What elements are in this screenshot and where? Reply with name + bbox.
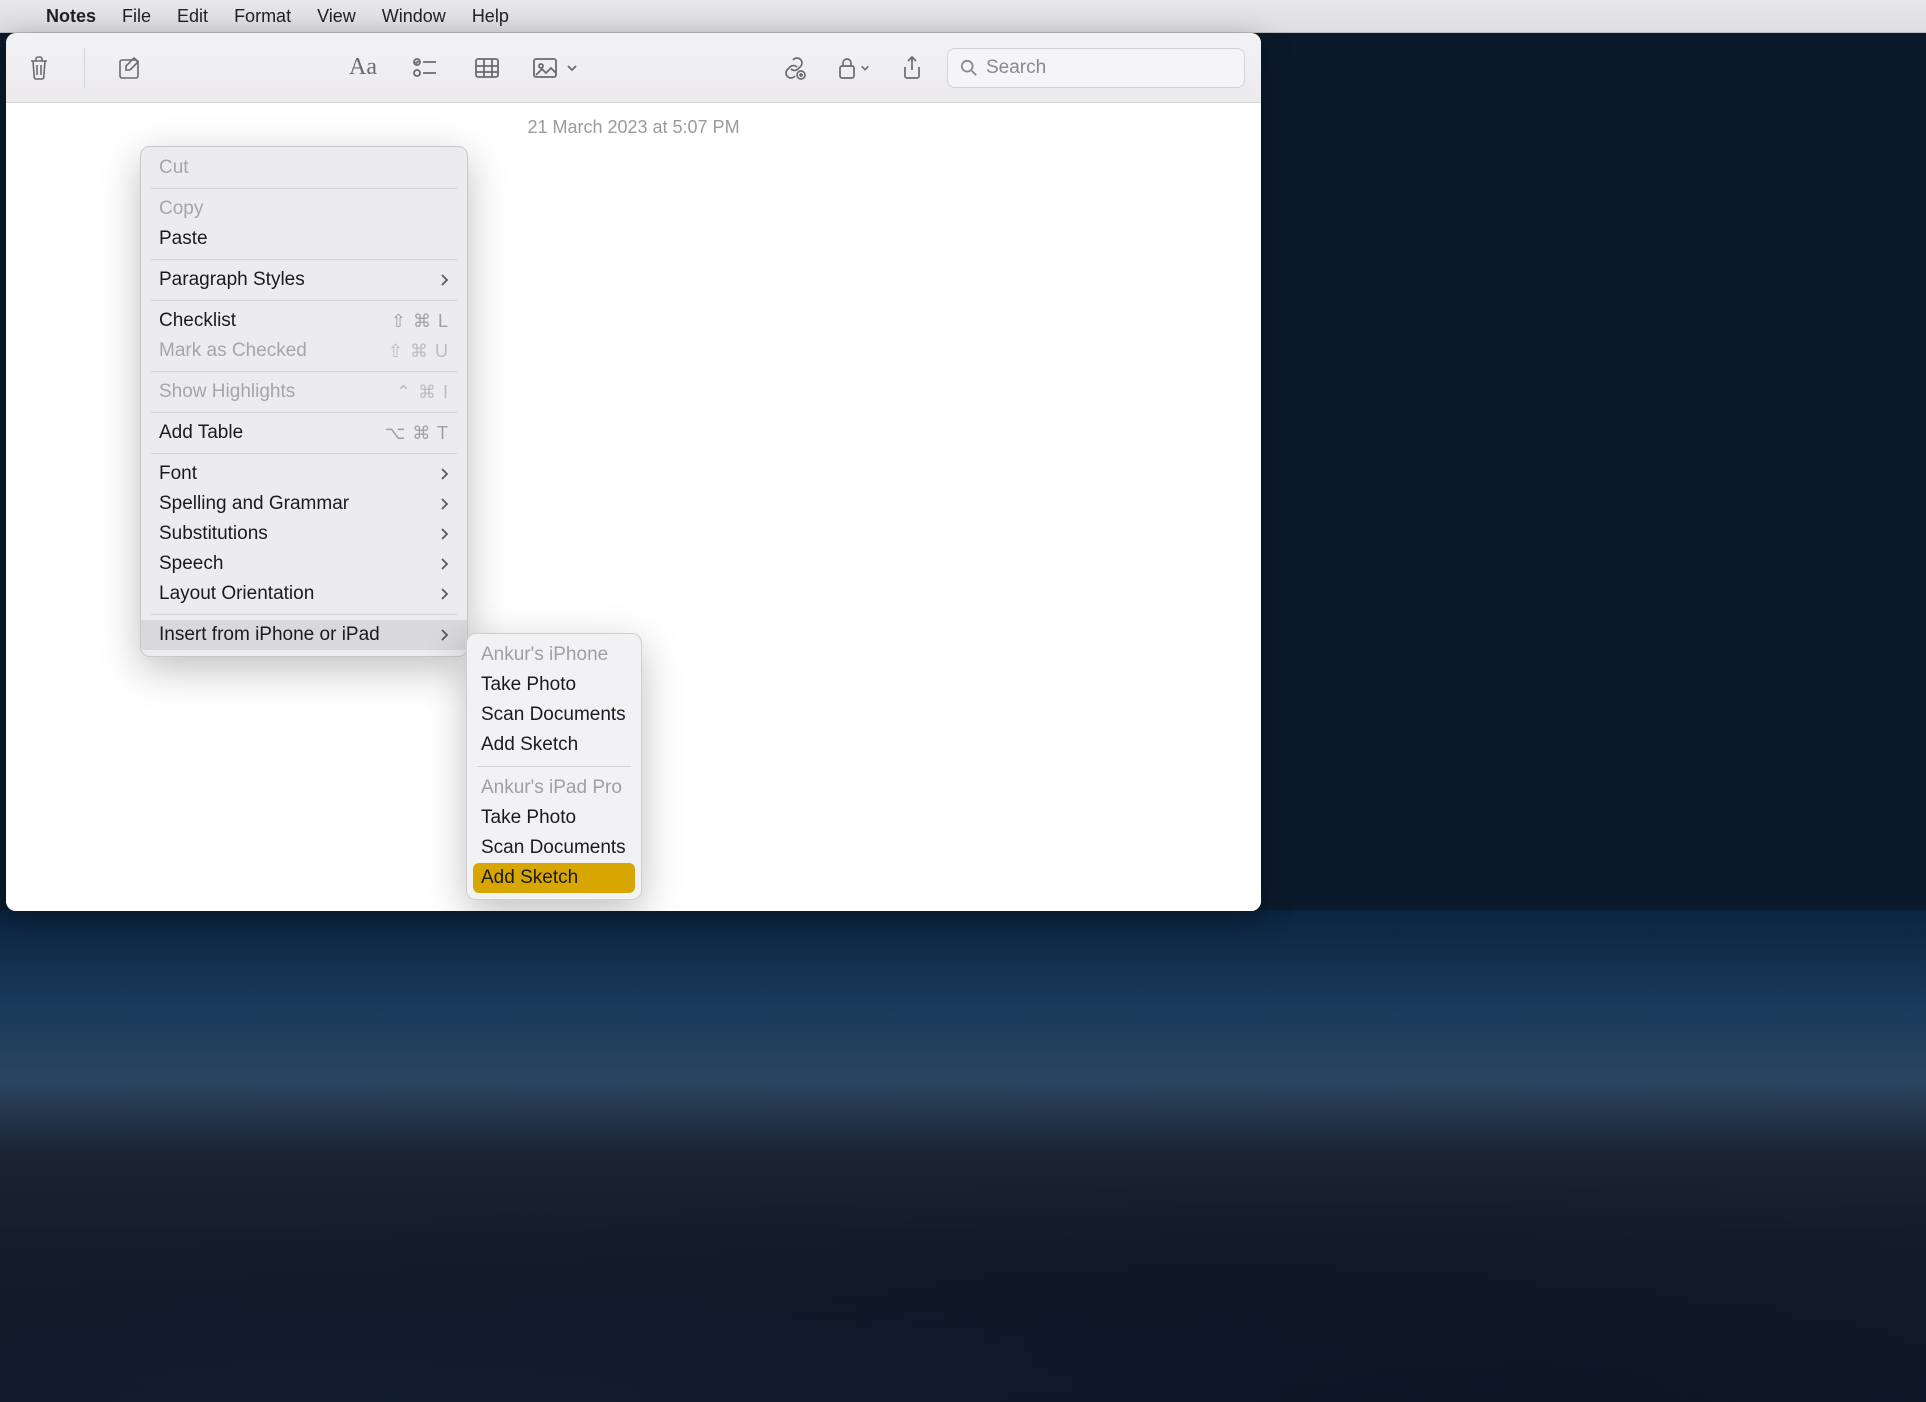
menu-format[interactable]: Format <box>234 6 291 27</box>
menu-separator <box>151 412 457 413</box>
share-button[interactable] <box>895 51 929 85</box>
submenu-item-take-photo[interactable]: Take Photo <box>467 670 641 700</box>
search-field[interactable]: Search <box>947 48 1245 88</box>
menu-item-checklist[interactable]: Checklist ⇧ ⌘ L <box>141 306 467 336</box>
menu-separator <box>151 614 457 615</box>
menu-item-label: Show Highlights <box>159 381 295 403</box>
menu-shortcut: ⌥ ⌘ T <box>385 423 449 444</box>
menu-item-substitutions[interactable]: Substitutions <box>141 519 467 549</box>
search-placeholder: Search <box>986 57 1046 79</box>
menu-separator <box>151 259 457 260</box>
menu-item-label: Copy <box>159 198 203 220</box>
menu-item-copy: Copy <box>141 194 467 224</box>
submenu-device-header: Ankur's iPad Pro <box>467 773 641 803</box>
table-button[interactable] <box>470 51 504 85</box>
delete-note-button[interactable] <box>22 51 56 85</box>
menu-item-font[interactable]: Font <box>141 459 467 489</box>
menu-separator <box>151 453 457 454</box>
lock-note-button[interactable] <box>833 51 873 85</box>
format-text-button[interactable]: Aa <box>346 51 380 85</box>
context-menu: Cut Copy Paste Paragraph Styles Checklist ⇧ ⌘… <box>140 146 468 657</box>
chevron-down-icon <box>566 62 578 74</box>
chevron-right-icon <box>439 557 449 571</box>
menu-item-label: Add Table <box>159 422 243 444</box>
menu-item-label: Paste <box>159 228 208 250</box>
menu-item-paragraph-styles[interactable]: Paragraph Styles <box>141 265 467 295</box>
menu-separator <box>151 188 457 189</box>
menu-separator <box>151 300 457 301</box>
menu-item-label: Mark as Checked <box>159 340 307 362</box>
menu-separator <box>151 371 457 372</box>
menu-item-add-table[interactable]: Add Table ⌥ ⌘ T <box>141 418 467 448</box>
toolbar-separator <box>84 48 85 88</box>
submenu-item-scan-documents[interactable]: Scan Documents <box>467 833 641 863</box>
menu-item-spelling-and-grammar[interactable]: Spelling and Grammar <box>141 489 467 519</box>
submenu-separator <box>477 766 631 767</box>
insert-from-device-submenu: Ankur's iPhoneTake PhotoScan DocumentsAd… <box>466 633 642 900</box>
menu-view[interactable]: View <box>317 6 356 27</box>
menu-file[interactable]: File <box>122 6 151 27</box>
checklist-button[interactable] <box>408 51 442 85</box>
menu-item-label: Checklist <box>159 310 236 332</box>
notes-window: Aa <box>6 33 1261 911</box>
app-name[interactable]: Notes <box>46 6 96 27</box>
link-note-button[interactable] <box>777 51 811 85</box>
menu-item-show-highlights: Show Highlights ⌃ ⌘ I <box>141 377 467 407</box>
menu-item-paste[interactable]: Paste <box>141 224 467 254</box>
submenu-device-header: Ankur's iPhone <box>467 640 641 670</box>
chevron-right-icon <box>439 467 449 481</box>
chevron-right-icon <box>439 497 449 511</box>
new-note-button[interactable] <box>113 51 147 85</box>
menu-item-label: Layout Orientation <box>159 583 314 605</box>
media-button[interactable] <box>532 51 578 85</box>
macos-menubar: Notes File Edit Format View Window Help <box>0 0 1926 33</box>
menu-edit[interactable]: Edit <box>177 6 208 27</box>
note-timestamp: 21 March 2023 at 5:07 PM <box>6 103 1261 138</box>
menu-item-label: Spelling and Grammar <box>159 493 349 515</box>
chevron-right-icon <box>439 527 449 541</box>
submenu-item-scan-documents[interactable]: Scan Documents <box>467 700 641 730</box>
submenu-item-take-photo[interactable]: Take Photo <box>467 803 641 833</box>
menu-item-label: Substitutions <box>159 523 268 545</box>
menu-shortcut: ⌃ ⌘ I <box>396 382 449 403</box>
menu-item-cut: Cut <box>141 153 467 183</box>
chevron-right-icon <box>439 628 449 642</box>
menu-item-label: Font <box>159 463 197 485</box>
menu-shortcut: ⇧ ⌘ U <box>388 341 449 362</box>
search-icon <box>960 59 978 77</box>
menu-item-label: Speech <box>159 553 223 575</box>
menu-item-layout-orientation[interactable]: Layout Orientation <box>141 579 467 609</box>
menu-item-label: Paragraph Styles <box>159 269 305 291</box>
menu-item-insert-from-iphone-or-ipad[interactable]: Insert from iPhone or iPad <box>141 620 467 650</box>
chevron-right-icon <box>439 587 449 601</box>
chevron-down-icon <box>860 63 870 73</box>
menu-shortcut: ⇧ ⌘ L <box>391 311 449 332</box>
submenu-item-add-sketch[interactable]: Add Sketch <box>473 863 635 893</box>
chevron-right-icon <box>439 273 449 287</box>
menu-help[interactable]: Help <box>472 6 509 27</box>
menu-item-label: Insert from iPhone or iPad <box>159 624 380 646</box>
desktop-wallpaper <box>0 910 1926 1402</box>
submenu-item-add-sketch[interactable]: Add Sketch <box>467 730 641 760</box>
menu-window[interactable]: Window <box>382 6 446 27</box>
menu-item-label: Cut <box>159 157 189 179</box>
menu-item-speech[interactable]: Speech <box>141 549 467 579</box>
menu-item-mark-as-checked: Mark as Checked ⇧ ⌘ U <box>141 336 467 366</box>
notes-toolbar: Aa <box>6 33 1261 103</box>
